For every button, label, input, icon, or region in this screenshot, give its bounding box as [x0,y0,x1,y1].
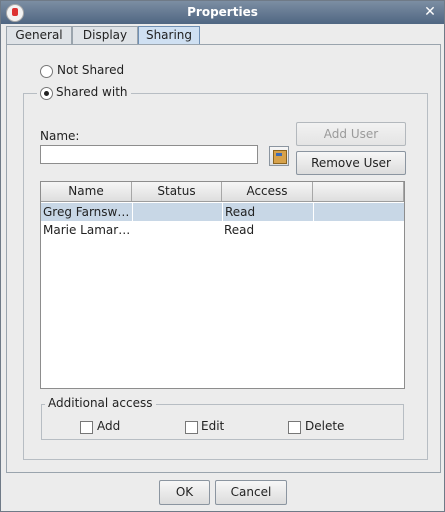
window-title: Properties [187,5,258,19]
table-header: Name Status Access [41,182,404,202]
tab-general[interactable]: General [6,26,72,45]
tab-display[interactable]: Display [72,26,138,45]
add-checkbox-label[interactable]: Add [97,419,120,433]
column-header-empty [313,182,404,201]
close-icon[interactable]: ✕ [422,4,438,20]
row-access: Read [224,223,255,237]
properties-dialog: Properties ✕ General Display Sharing Not… [0,0,445,512]
address-book-icon[interactable] [269,146,289,166]
shared-with-option[interactable]: Shared with [37,85,131,100]
column-header-name[interactable]: Name [41,182,132,201]
add-user-button[interactable]: Add User [296,122,406,146]
delete-checkbox[interactable] [288,421,301,434]
tab-sharing[interactable]: Sharing [138,26,200,46]
edit-checkbox-label[interactable]: Edit [201,419,224,433]
row-name: Greg Farnsw… [43,205,130,219]
name-label: Name: [40,129,80,143]
name-input[interactable] [40,145,258,164]
shared-with-radio[interactable] [40,87,53,100]
row-extra [313,203,404,221]
row-name: Marie Lamar… [43,223,131,237]
delete-checkbox-label[interactable]: Delete [305,419,344,433]
titlebar[interactable]: Properties ✕ [1,1,444,24]
edit-checkbox[interactable] [185,421,198,434]
row-access: Read [222,203,313,221]
ok-button[interactable]: OK [159,480,210,505]
remove-user-button[interactable]: Remove User [296,151,406,175]
not-shared-label[interactable]: Not Shared [57,63,124,77]
shared-users-table[interactable]: Name Status Access Greg Farnsw… Read Mar… [40,181,405,389]
row-status [132,203,223,221]
shared-with-label[interactable]: Shared with [40,85,128,99]
add-checkbox[interactable] [80,421,93,434]
additional-access-label: Additional access [45,396,156,410]
not-shared-radio[interactable] [40,65,53,78]
table-row[interactable]: Greg Farnsw… Read [41,203,404,221]
sharing-panel: Not Shared Shared with Name: Add User Re… [6,44,441,473]
row-extra [313,221,403,239]
column-header-status[interactable]: Status [132,182,222,201]
cancel-button[interactable]: Cancel [215,480,287,505]
column-header-access[interactable]: Access [222,182,313,201]
table-row[interactable]: Marie Lamar… Read [41,221,404,239]
row-status [132,221,222,239]
